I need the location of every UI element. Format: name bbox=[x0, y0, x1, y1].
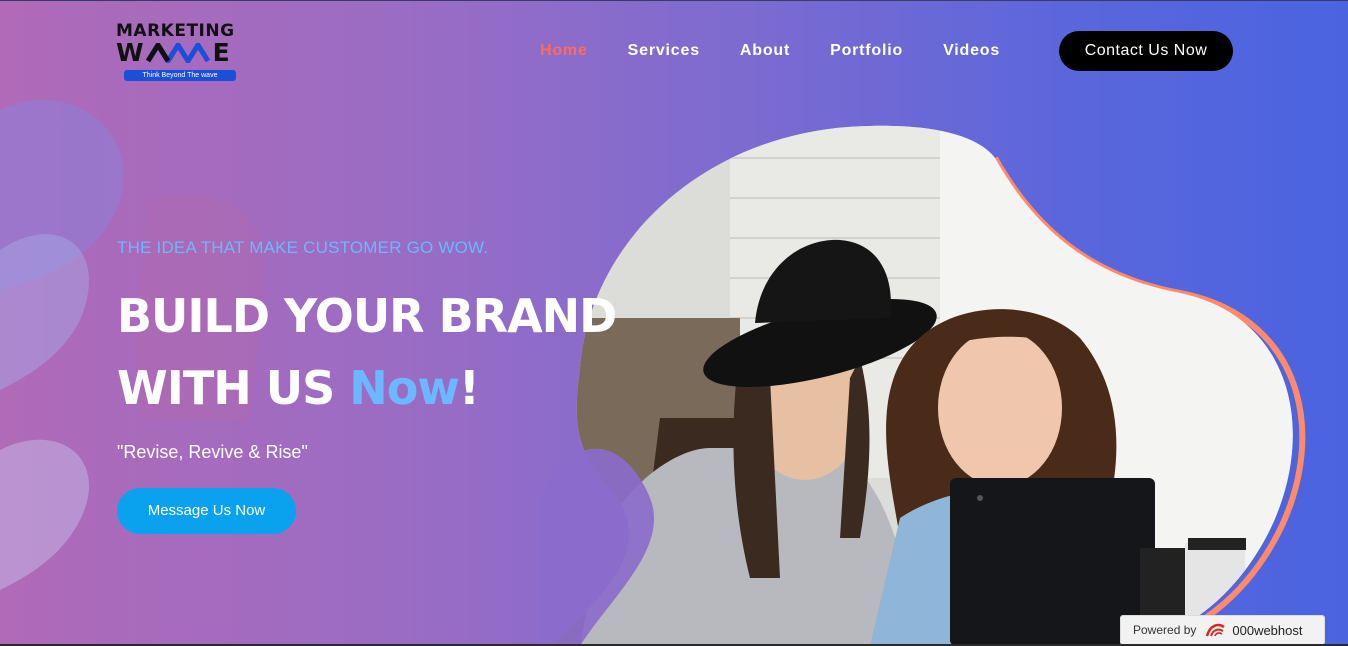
headline-accent: Now bbox=[349, 361, 460, 415]
nav-portfolio[interactable]: Portfolio bbox=[830, 42, 903, 60]
contact-us-button[interactable]: Contact Us Now bbox=[1059, 31, 1233, 71]
powered-by-badge[interactable]: Powered by 000webhost bbox=[1120, 615, 1325, 645]
headline-line1: BUILD YOUR BRAND bbox=[117, 289, 617, 343]
top-border bbox=[0, 0, 1348, 1]
powered-by-brand: 000webhost bbox=[1232, 622, 1303, 638]
logo-tagline: Think Beyond The wave bbox=[124, 70, 236, 81]
nav-about[interactable]: About bbox=[740, 42, 790, 60]
nav-videos[interactable]: Videos bbox=[943, 42, 1000, 60]
brand-logo[interactable]: MARKETING WE Think Beyond The wave bbox=[116, 22, 240, 84]
powered-by-label: Powered by bbox=[1133, 623, 1197, 637]
hero-quote: "Revise, Revive & Rise" bbox=[117, 442, 308, 462]
main-nav: Home Services About Portfolio Videos bbox=[540, 42, 1040, 60]
message-us-button[interactable]: Message Us Now bbox=[117, 488, 296, 534]
webhost-logo-icon bbox=[1206, 623, 1226, 637]
logo-letter-e: E bbox=[212, 38, 231, 67]
hero-image bbox=[540, 125, 1306, 646]
logo-letter-w: W bbox=[116, 38, 145, 67]
hero-eyebrow: THE IDEA THAT MAKE CUSTOMER GO WOW. bbox=[117, 238, 489, 257]
hero-headline: BUILD YOUR BRAND WITH US Now! bbox=[117, 280, 637, 424]
nav-home[interactable]: Home bbox=[540, 42, 588, 60]
headline-end: ! bbox=[458, 361, 480, 415]
logo-text-main: WE bbox=[116, 40, 240, 66]
headline-line2: WITH US bbox=[117, 361, 350, 415]
logo-wave-icon bbox=[146, 43, 211, 63]
nav-services[interactable]: Services bbox=[628, 42, 700, 60]
